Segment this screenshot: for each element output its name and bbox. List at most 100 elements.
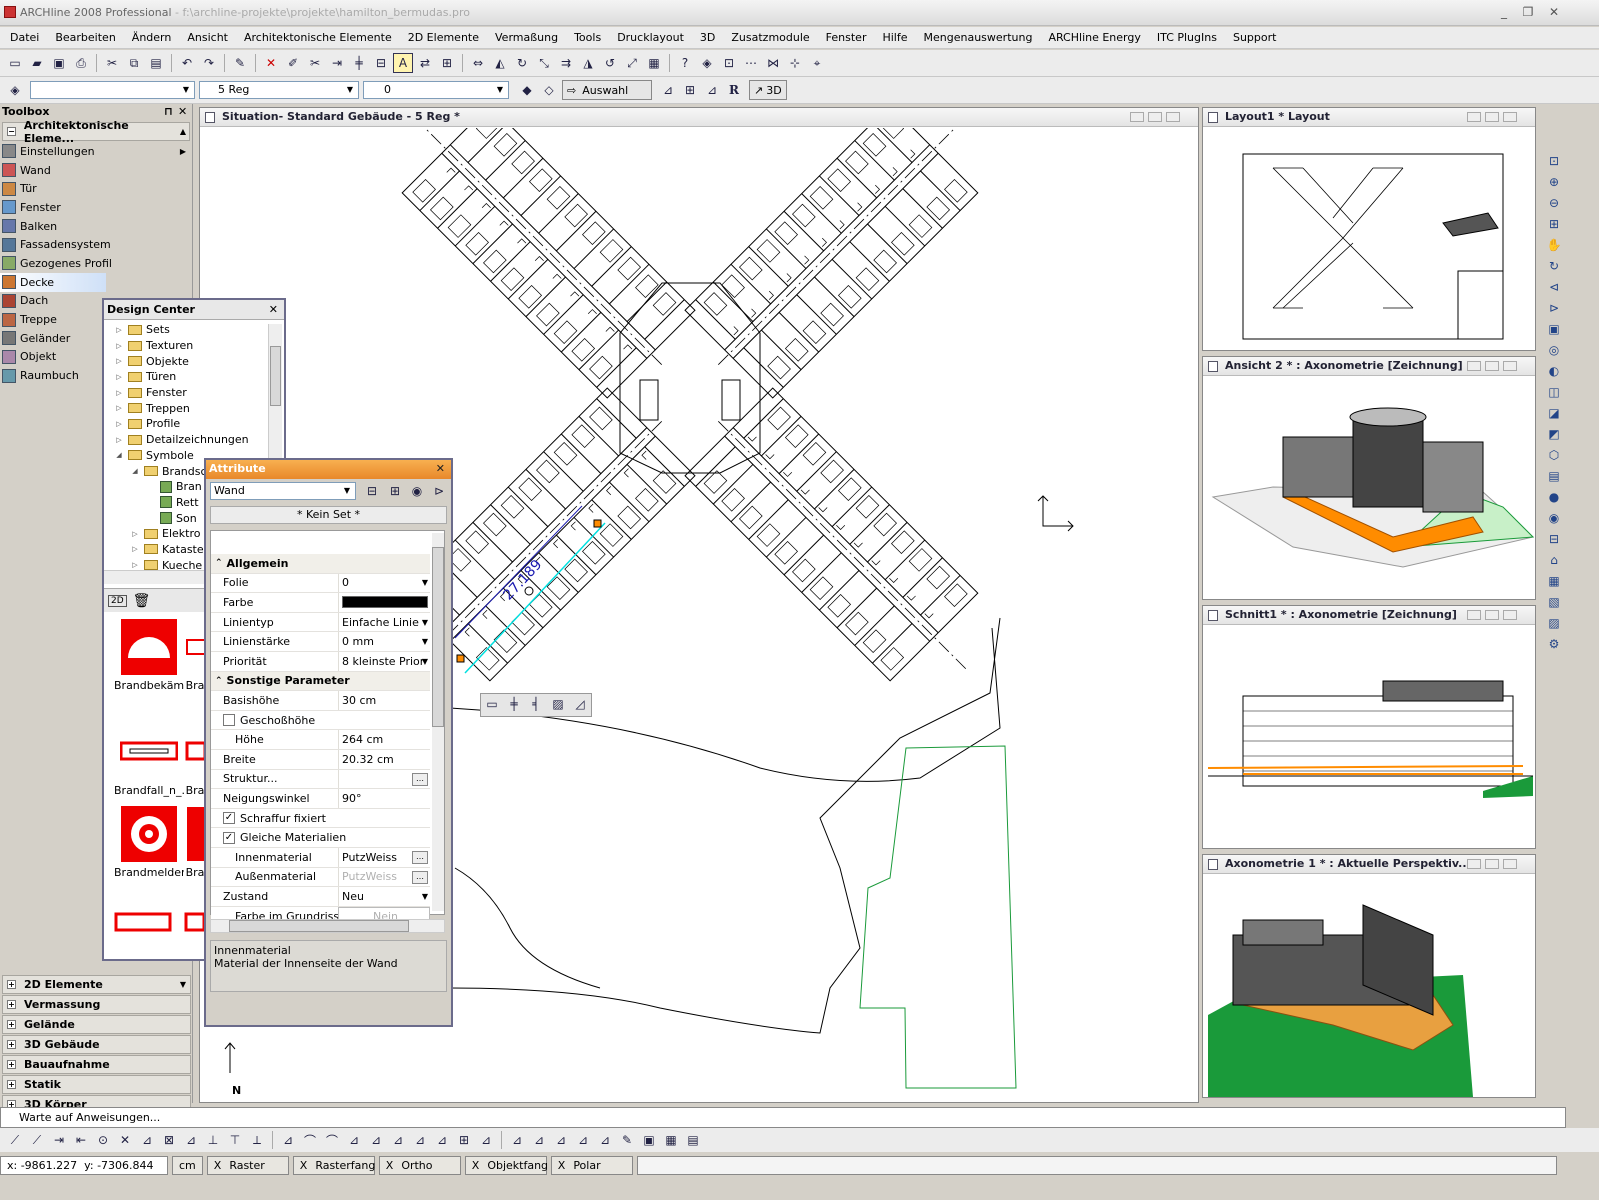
brush-icon[interactable]: ✎: [230, 53, 250, 73]
symbol-thumbnail[interactable]: Brandfall_n_...: [114, 723, 184, 797]
draw-tool-icon[interactable]: ⟋: [27, 1130, 47, 1150]
property-row[interactable]: Neigungswinkel 90°: [211, 789, 430, 809]
expand-icon[interactable]: ◢: [114, 451, 124, 459]
expand-icon[interactable]: ▷: [114, 326, 124, 334]
draw-tool-icon[interactable]: ⊿: [344, 1130, 364, 1150]
property-value[interactable]: 8 kleinste Prior ▼: [338, 652, 430, 671]
menu-zusatzmodule[interactable]: Zusatzmodule: [723, 31, 817, 44]
toolbox-category[interactable]: + Gelände: [2, 1015, 191, 1034]
toolbox-item[interactable]: Balken: [0, 217, 192, 236]
view-grid-icon[interactable]: ⊞: [680, 80, 700, 100]
expand-icon[interactable]: ▷: [130, 545, 140, 553]
property-row[interactable]: Außenmaterial PutzWeiss…: [211, 867, 430, 888]
draw-tool-icon[interactable]: ⟋: [5, 1130, 25, 1150]
property-value[interactable]: [338, 593, 430, 612]
checkbox[interactable]: ✓: [223, 831, 235, 844]
expand-icon[interactable]: ▷: [130, 561, 140, 569]
property-value[interactable]: 30 cm: [338, 691, 430, 710]
scale-icon[interactable]: ⤡: [534, 53, 554, 73]
draw-tool-icon[interactable]: ⊠: [159, 1130, 179, 1150]
menu-2d-elemente[interactable]: 2D Elemente: [400, 31, 487, 44]
toolbox-category[interactable]: +2D Elemente ▼: [2, 975, 191, 994]
pick-icon[interactable]: ⊳: [429, 481, 449, 501]
move-icon[interactable]: ⇔: [468, 53, 488, 73]
close-icon[interactable]: [1503, 859, 1517, 869]
split-icon[interactable]: ╪: [349, 53, 369, 73]
draw-tool-icon[interactable]: ⊿: [181, 1130, 201, 1150]
menu-tools[interactable]: Tools: [566, 31, 609, 44]
set-button[interactable]: * Kein Set *: [210, 506, 447, 524]
draw-tool-icon[interactable]: ⊿: [476, 1130, 496, 1150]
menu-datei[interactable]: Datei: [2, 31, 47, 44]
draw-tool-icon[interactable]: ⊿: [595, 1130, 615, 1150]
property-value[interactable]: 90°: [338, 789, 430, 808]
close-icon[interactable]: ✕: [436, 460, 445, 478]
toolbox-item[interactable]: Einstellungen ▶: [0, 142, 192, 161]
draw-tool-icon[interactable]: ⌒: [300, 1130, 320, 1150]
copy-move-icon[interactable]: ⇉: [556, 53, 576, 73]
property-scrollbar[interactable]: [432, 533, 444, 911]
menu-itc-plugins[interactable]: ITC PlugIns: [1149, 31, 1225, 44]
draw-tool-icon[interactable]: ⊿: [388, 1130, 408, 1150]
color-swatch[interactable]: [342, 596, 428, 609]
draw-tool-icon[interactable]: ▤: [683, 1130, 703, 1150]
trash-icon[interactable]: 🗑: [133, 593, 151, 609]
snap-icon[interactable]: ⋈: [763, 53, 783, 73]
menu-hilfe[interactable]: Hilfe: [874, 31, 915, 44]
zoom-in-icon[interactable]: ⊕: [1544, 172, 1564, 192]
3d-view-button[interactable]: ↗ 3D: [749, 80, 787, 100]
properties-icon[interactable]: ?: [675, 53, 695, 73]
cut-icon[interactable]: ✂: [102, 53, 122, 73]
restore-icon[interactable]: [1485, 361, 1499, 371]
property-row[interactable]: Geschoßhöhe: [211, 710, 430, 731]
close-icon[interactable]: ✕: [178, 104, 187, 120]
wall-insert-icon[interactable]: ╪: [504, 694, 524, 714]
coords-icon[interactable]: ⌖: [807, 53, 827, 73]
box-icon[interactable]: ◫: [1544, 382, 1564, 402]
front-icon[interactable]: ▤: [1544, 466, 1564, 486]
property-row[interactable]: Folie 0 ▼: [211, 573, 430, 594]
mirror-icon[interactable]: ◭: [490, 53, 510, 73]
property-row[interactable]: Höhe 264 cm: [211, 730, 430, 750]
eye-icon[interactable]: ◉: [1544, 508, 1564, 528]
menu-ansicht[interactable]: Ansicht: [179, 31, 236, 44]
wall-split-icon[interactable]: ╡: [526, 694, 546, 714]
draw-tool-icon[interactable]: ⇤: [71, 1130, 91, 1150]
property-value[interactable]: 0 mm ▼: [338, 632, 430, 651]
property-value[interactable]: Neu ▼: [338, 887, 430, 906]
status-toggle[interactable]: X Rasterfang: [292, 1156, 375, 1175]
new-icon[interactable]: ▭: [5, 53, 25, 73]
selected-wall[interactable]: [464, 522, 606, 674]
toolbox-item[interactable]: Decke: [0, 272, 106, 292]
close-icon[interactable]: [1503, 610, 1517, 620]
open-icon[interactable]: ▰: [27, 53, 47, 73]
browse-button[interactable]: …: [412, 870, 428, 884]
close-button[interactable]: ✕: [1545, 4, 1563, 20]
tree-node[interactable]: ▷ Türen: [106, 369, 268, 385]
box2-icon[interactable]: ◪: [1544, 403, 1564, 423]
menu-architektonische-elemente[interactable]: Architektonische Elemente: [236, 31, 400, 44]
offset-icon[interactable]: ⊟: [371, 53, 391, 73]
property-row[interactable]: ✓ Schraffur fixiert: [211, 808, 430, 829]
grip-handle[interactable]: [593, 519, 602, 528]
zoom-extents-icon[interactable]: ⊞: [1544, 214, 1564, 234]
draw-tool-icon[interactable]: ⊿: [137, 1130, 157, 1150]
material-icon[interactable]: ◉: [407, 481, 427, 501]
draw-tool-icon[interactable]: ⟂: [247, 1130, 267, 1150]
rotate-copy-icon[interactable]: ↺: [600, 53, 620, 73]
redo-icon[interactable]: ↷: [199, 53, 219, 73]
minimize-button[interactable]: _: [1495, 4, 1513, 20]
view-plan-icon[interactable]: ⊿: [658, 80, 678, 100]
copy-icon[interactable]: ⧉: [124, 53, 144, 73]
status-toggle[interactable]: X Ortho: [378, 1156, 461, 1175]
close-icon[interactable]: ✕: [269, 300, 278, 319]
property-value[interactable]: 264 cm: [338, 730, 430, 749]
property-row[interactable]: Farbe: [211, 593, 430, 613]
layer-manager-icon[interactable]: ◈: [5, 80, 25, 100]
property-value[interactable]: PutzWeiss…: [338, 848, 430, 867]
draw-tool-icon[interactable]: ⊿: [507, 1130, 527, 1150]
menu-drucklayout[interactable]: Drucklayout: [609, 31, 692, 44]
close-icon[interactable]: [1503, 361, 1517, 371]
browse-button[interactable]: …: [412, 772, 428, 786]
print-icon[interactable]: ⎙: [71, 53, 91, 73]
